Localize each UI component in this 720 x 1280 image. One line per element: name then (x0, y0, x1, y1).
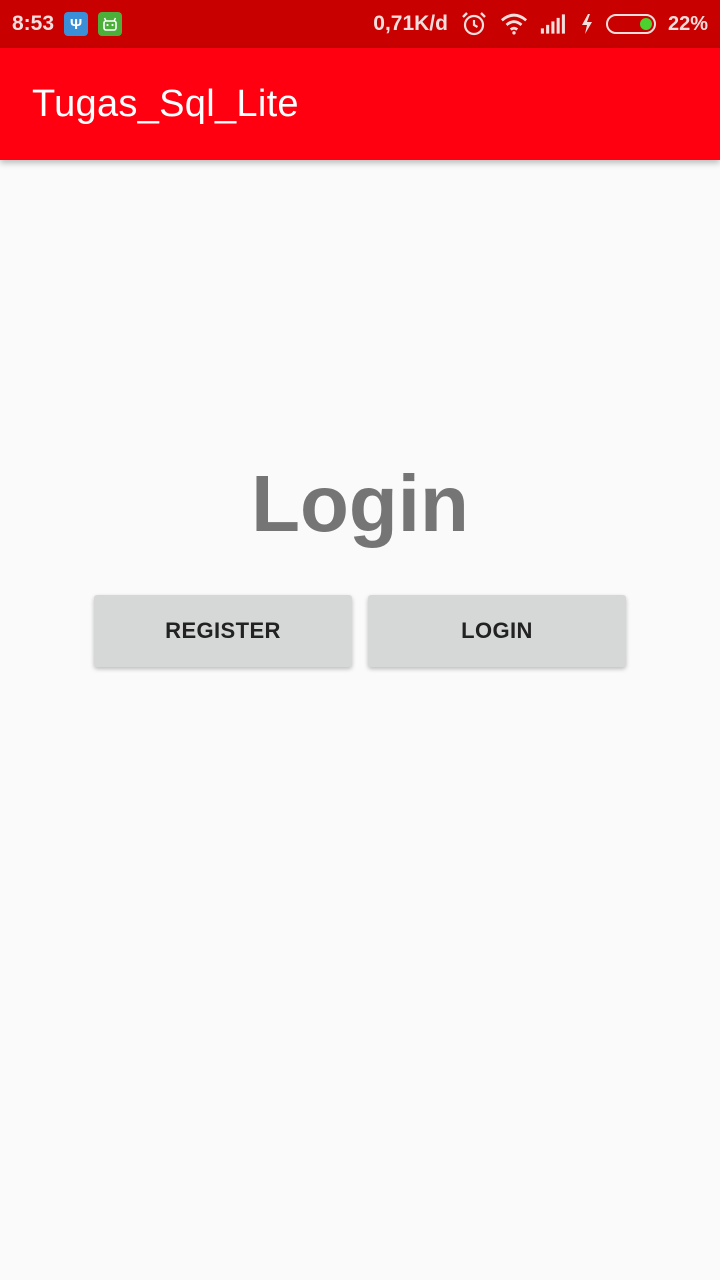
usb-icon: Ψ (64, 12, 89, 36)
alarm-icon (460, 10, 488, 38)
login-button[interactable]: LOGIN (368, 595, 626, 667)
battery-percent: 22% (667, 12, 708, 35)
network-speed: 0,71K/d (373, 12, 448, 35)
wifi-icon (500, 10, 528, 38)
app-title: Tugas_Sql_Lite (32, 82, 299, 125)
register-button[interactable]: REGISTER (94, 595, 352, 667)
signal-icon (540, 10, 568, 38)
status-bar-right: 0,71K/d 22% (373, 10, 708, 38)
login-heading: Login (251, 459, 469, 548)
android-debug-icon (98, 12, 123, 36)
status-bar-left: 8:53 Ψ (12, 12, 123, 36)
status-bar: 8:53 Ψ 0,71K/d 22% (0, 0, 720, 48)
app-bar: Tugas_Sql_Lite (0, 48, 720, 160)
battery-icon (605, 14, 656, 34)
screen: 8:53 Ψ 0,71K/d 22% Tugas_Sql_Lite Login … (0, 0, 720, 1280)
charging-icon (580, 10, 594, 38)
status-time: 8:53 (12, 12, 55, 35)
battery-fill (639, 18, 652, 30)
